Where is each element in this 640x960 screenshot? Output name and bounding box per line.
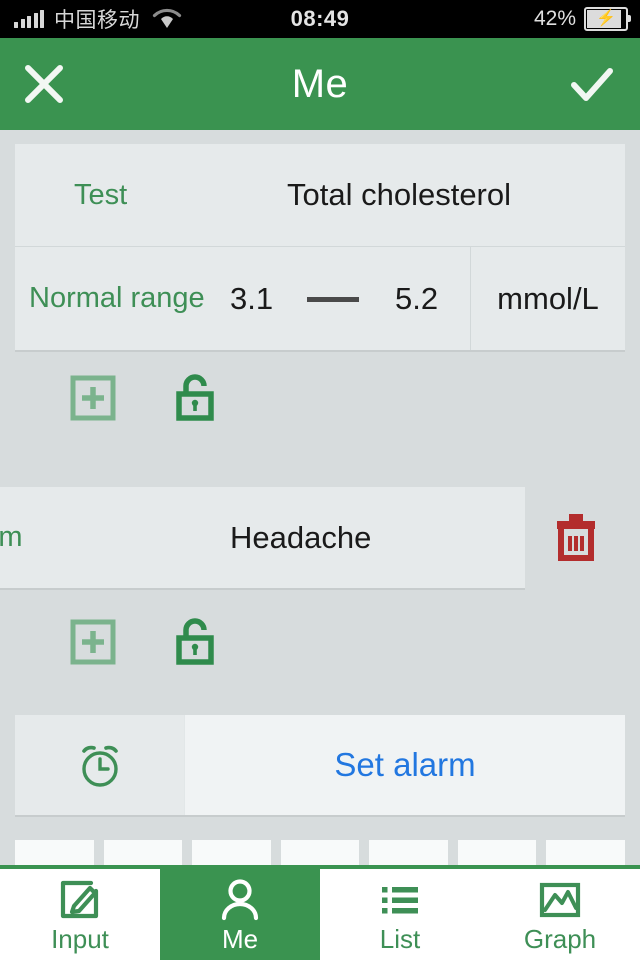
list-icon bbox=[378, 878, 422, 922]
battery-percent-label: 42% bbox=[533, 7, 576, 30]
trash-icon bbox=[557, 514, 595, 561]
page-title: Me bbox=[291, 61, 349, 106]
alarm-clock-icon bbox=[81, 745, 118, 787]
tab-input-label: Input bbox=[51, 923, 109, 954]
set-alarm-button[interactable]: Set alarm bbox=[185, 715, 625, 815]
edit-square-icon bbox=[58, 878, 102, 922]
range-unit-cell[interactable]: mmol/L bbox=[470, 247, 625, 350]
person-icon bbox=[218, 878, 262, 922]
phone-screen: 中国移动 08:49 42% ⚡ Me Test Total cholester… bbox=[0, 0, 640, 960]
status-bar-right: 42% ⚡ bbox=[533, 7, 631, 31]
strip-cell[interactable] bbox=[280, 840, 360, 865]
test-row[interactable]: Test Total cholesterol bbox=[15, 144, 625, 247]
symptom-card[interactable]: ptom Headache bbox=[0, 487, 525, 588]
strip-cell[interactable] bbox=[369, 840, 448, 865]
tab-bar: Input Me List Graph bbox=[0, 865, 640, 960]
test-value: Total cholesterol bbox=[287, 177, 512, 212]
confirm-button[interactable] bbox=[552, 44, 632, 124]
range-separator-dash bbox=[307, 297, 359, 302]
tab-me[interactable]: Me bbox=[160, 869, 320, 960]
nav-bar: Me bbox=[0, 38, 640, 130]
strip-cell[interactable] bbox=[192, 840, 271, 865]
symptom-value: Headache bbox=[230, 519, 372, 555]
strip-cell[interactable] bbox=[546, 840, 626, 865]
unlock-icon bbox=[176, 618, 214, 665]
tab-graph-label: Graph bbox=[523, 923, 597, 954]
content-area: Test Total cholesterol Normal range 3.1 … bbox=[0, 130, 640, 865]
test-label: Test bbox=[74, 178, 128, 211]
strip-cell[interactable] bbox=[15, 840, 94, 865]
unlock-icon bbox=[176, 374, 214, 421]
add-symptom-button[interactable] bbox=[65, 614, 121, 670]
battery-charging-icon: ⚡ bbox=[584, 7, 631, 31]
status-bar: 中国移动 08:49 42% ⚡ bbox=[0, 0, 640, 38]
normal-range-label: Normal range bbox=[29, 282, 205, 314]
image-chart-icon bbox=[538, 878, 582, 922]
add-box-icon bbox=[70, 375, 116, 421]
add-box-icon bbox=[70, 619, 116, 665]
symptom-actions-row bbox=[65, 614, 223, 670]
alarm-icon-button[interactable] bbox=[15, 715, 185, 815]
lock-test-button[interactable] bbox=[167, 370, 223, 426]
tab-me-label: Me bbox=[221, 923, 259, 954]
test-actions-row bbox=[65, 370, 223, 426]
set-alarm-label: Set alarm bbox=[334, 746, 476, 783]
strip-cell[interactable] bbox=[103, 840, 183, 865]
tab-list-label: List bbox=[379, 923, 421, 954]
strip-cell[interactable] bbox=[457, 840, 537, 865]
tab-input[interactable]: Input bbox=[0, 869, 160, 960]
range-high-value[interactable]: 5.2 bbox=[395, 281, 438, 317]
cell-strip bbox=[15, 840, 626, 865]
range-unit-label: mmol/L bbox=[497, 280, 599, 316]
alarm-card: Set alarm bbox=[15, 715, 625, 815]
check-icon bbox=[571, 68, 613, 101]
symptom-label: ptom bbox=[0, 521, 23, 553]
tab-graph[interactable]: Graph bbox=[480, 869, 640, 960]
tab-list[interactable]: List bbox=[320, 869, 480, 960]
delete-symptom-button[interactable] bbox=[548, 508, 604, 566]
normal-range-row[interactable]: Normal range 3.1 5.2 mmol/L bbox=[15, 247, 625, 350]
lock-symptom-button[interactable] bbox=[167, 614, 223, 670]
range-low-value[interactable]: 3.1 bbox=[230, 281, 273, 317]
test-info-card: Test Total cholesterol Normal range 3.1 … bbox=[15, 144, 625, 350]
add-test-button[interactable] bbox=[65, 370, 121, 426]
